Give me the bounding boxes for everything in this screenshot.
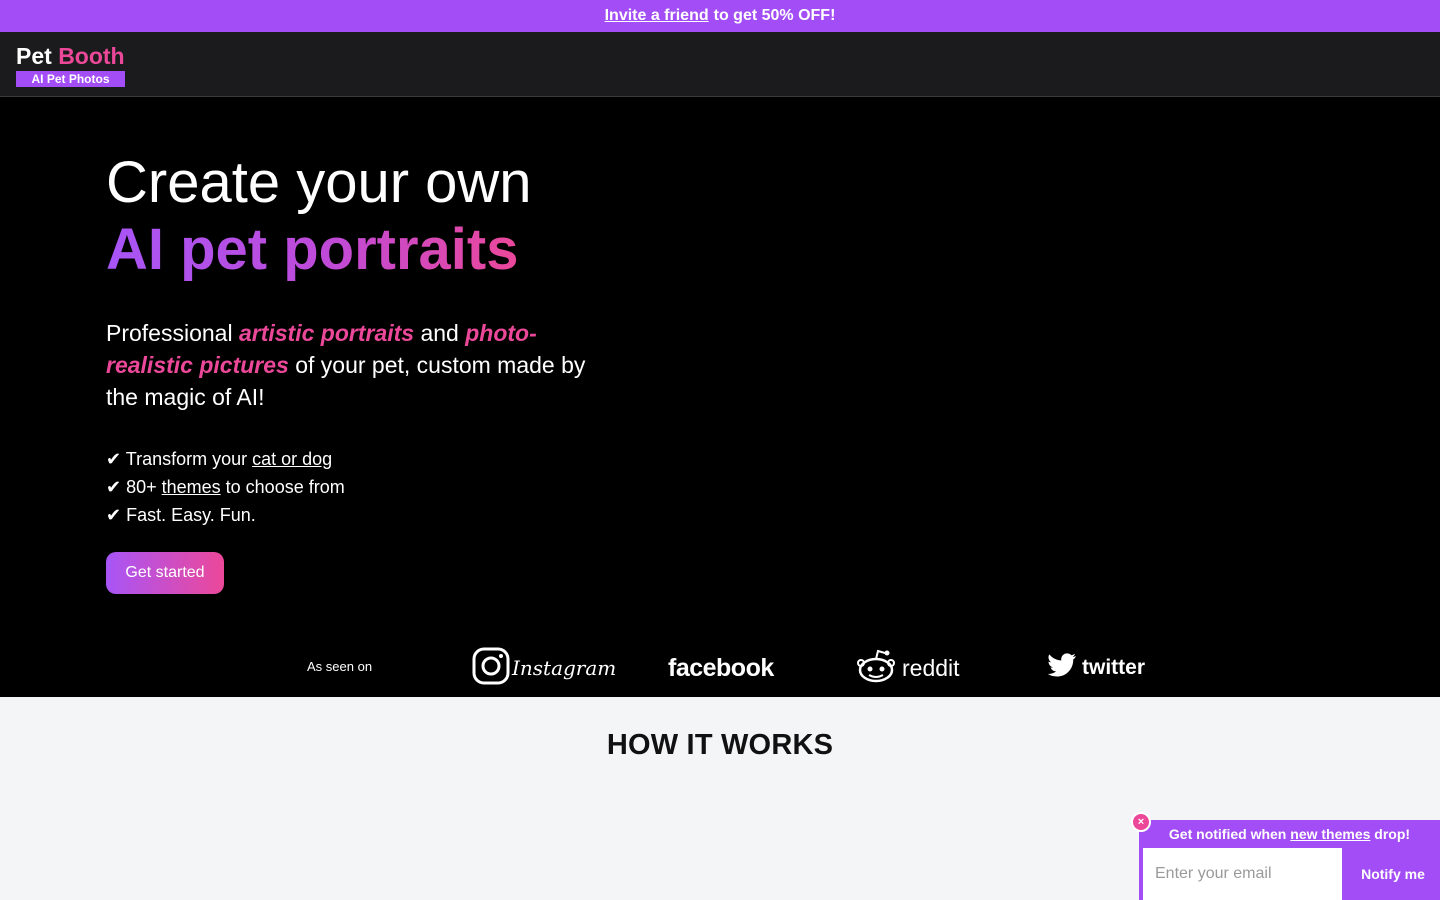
feature-text: ✔ 80+ xyxy=(106,477,162,497)
hero-section: Create your own AI pet portraits Profess… xyxy=(0,97,1440,697)
twitter-icon xyxy=(1047,652,1077,684)
how-it-works-heading: HOW IT WORKS xyxy=(606,729,834,761)
logo-subtitle-badge: AI Pet Photos xyxy=(16,71,125,87)
hero-lead-text: Professional artistic portraits and phot… xyxy=(106,317,606,413)
as-seen-on-bar: As seen on Instagram facebook reddit twi… xyxy=(0,637,1440,697)
lead-part1: Professional xyxy=(106,320,239,346)
email-field[interactable] xyxy=(1143,848,1342,900)
reddit-icon xyxy=(856,648,896,689)
top-nav: Pet Booth AI Pet Photos xyxy=(0,32,1440,97)
instagram-logo: Instagram xyxy=(472,647,617,690)
feature-item: ✔ Fast. Easy. Fun. xyxy=(106,505,256,525)
twitter-logo: twitter xyxy=(1047,649,1145,687)
logo-title: Pet Booth xyxy=(16,43,126,69)
hero-title-line1: Create your own xyxy=(106,150,532,215)
logo-booth-text: Booth xyxy=(58,43,125,69)
cat-or-dog-link[interactable]: cat or dog xyxy=(252,449,332,469)
close-icon[interactable]: × xyxy=(1131,812,1151,832)
notify-me-button[interactable]: Notify me xyxy=(1346,848,1440,900)
feature-item: ✔ 80+ themes to choose from xyxy=(106,473,345,501)
reddit-logo: reddit xyxy=(856,649,960,687)
invite-friend-link[interactable]: Invite a friend xyxy=(605,7,709,25)
get-started-button[interactable]: Get started xyxy=(106,552,224,594)
reddit-wordmark: reddit xyxy=(902,654,960,681)
themes-link[interactable]: themes xyxy=(162,477,221,497)
notify-widget: Get notified when new themes drop! Notif… xyxy=(1139,820,1440,900)
feature-item: ✔ Transform your cat or dog xyxy=(106,445,345,473)
promo-banner: Invite a friend to get 50% OFF! xyxy=(0,0,1440,32)
lead-part2: and xyxy=(414,320,466,346)
logo[interactable]: Pet Booth AI Pet Photos xyxy=(16,43,126,87)
twitter-wordmark: twitter xyxy=(1082,656,1145,679)
as-seen-on-label: As seen on xyxy=(307,659,373,674)
feature-text: to choose from xyxy=(220,477,345,497)
feature-text: ✔ Transform your xyxy=(106,449,253,469)
notify-text: Get notified when new themes drop! xyxy=(1139,826,1440,842)
instagram-icon xyxy=(472,647,510,690)
notify-text-prefix: Get notified when xyxy=(1168,826,1291,842)
notify-text-suffix: drop! xyxy=(1370,826,1411,842)
promo-text: to get 50% OFF! xyxy=(713,7,836,24)
facebook-logo: facebook xyxy=(668,649,774,687)
hero-title-line2: AI pet portraits xyxy=(106,217,519,282)
lead-emphasis-artistic: artistic portraits xyxy=(238,320,415,346)
instagram-wordmark: Instagram xyxy=(512,656,617,680)
new-themes-link[interactable]: new themes xyxy=(1290,826,1370,842)
facebook-wordmark: facebook xyxy=(668,653,774,682)
feature-list: ✔ Transform your cat or dog ✔ 80+ themes… xyxy=(106,445,345,529)
logo-pet-text: Pet xyxy=(16,43,52,69)
